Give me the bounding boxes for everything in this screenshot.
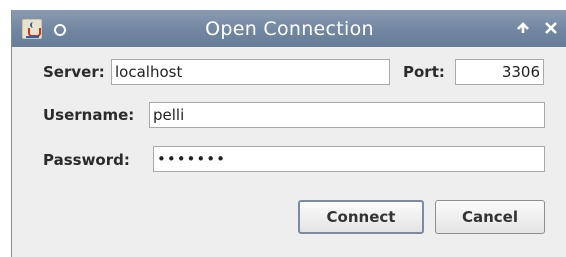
username-label: Username:	[43, 106, 135, 124]
password-input[interactable]: •••••••	[153, 146, 545, 172]
server-input[interactable]: localhost	[111, 59, 390, 85]
password-label: Password:	[43, 151, 130, 169]
username-input[interactable]: pelli	[149, 102, 545, 128]
cancel-button[interactable]: Cancel	[435, 200, 545, 234]
open-connection-dialog: Open Connection Server: localhost Port: …	[11, 10, 566, 257]
server-label: Server:	[43, 63, 105, 81]
port-label: Port:	[403, 63, 445, 81]
window-title: Open Connection	[205, 18, 374, 40]
connect-button[interactable]: Connect	[298, 200, 424, 234]
port-input[interactable]: 3306	[455, 59, 544, 85]
close-icon[interactable]	[543, 18, 559, 38]
maximize-icon[interactable]	[516, 18, 530, 38]
title-bar[interactable]: Open Connection	[12, 10, 566, 47]
